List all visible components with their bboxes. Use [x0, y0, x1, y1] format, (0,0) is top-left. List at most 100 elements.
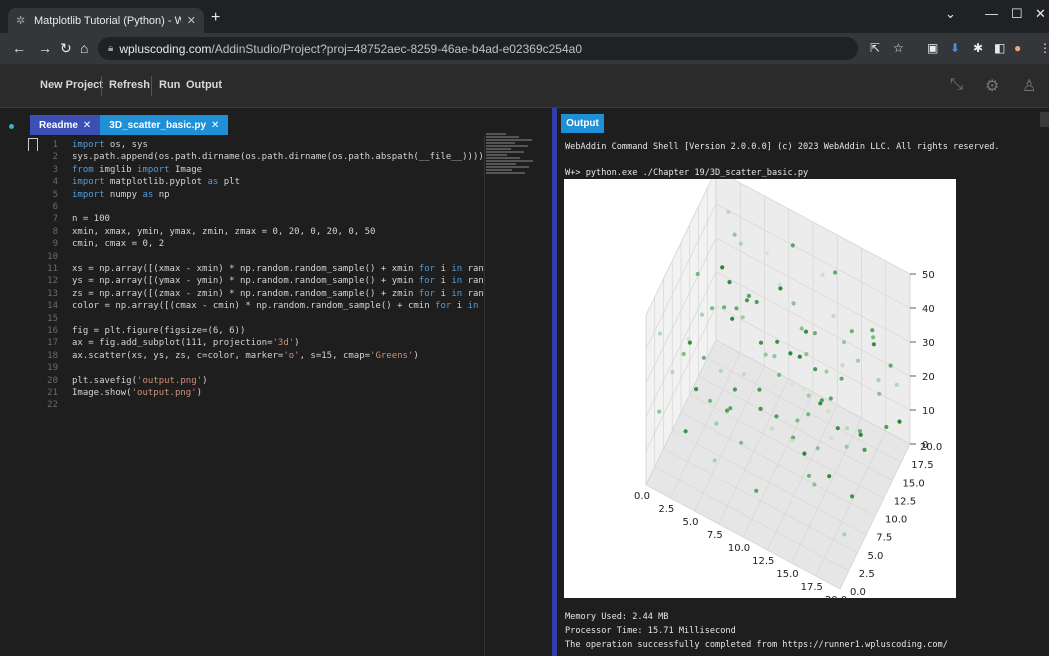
- completion-status: The operation successfully completed fro…: [565, 640, 948, 650]
- user-icon[interactable]: ♙: [1022, 76, 1036, 96]
- data-point: [739, 440, 744, 445]
- x-tick-label: 10.0: [728, 543, 750, 554]
- y-tick-label: 10.0: [885, 515, 907, 526]
- bookmark-star-icon[interactable]: ☆: [893, 41, 904, 55]
- sidepanel-icon[interactable]: ◧: [994, 41, 1005, 55]
- home-icon[interactable]: ⌂: [80, 40, 88, 56]
- app-toolbar: New Project Refresh Run Output ⤡ ⚙ ♙: [0, 64, 1049, 108]
- data-point: [657, 331, 663, 336]
- data-point: [765, 251, 770, 256]
- line-number: 15: [47, 313, 58, 324]
- data-point: [806, 473, 812, 478]
- code-text: from imglib import Image: [72, 164, 203, 175]
- data-point: [727, 280, 732, 285]
- data-point: [732, 387, 737, 392]
- data-point: [746, 293, 751, 298]
- code-text: zs = np.array([(zmax - zmin) * np.random…: [72, 288, 484, 299]
- data-point: [720, 265, 725, 270]
- data-point: [850, 494, 855, 499]
- data-point: [758, 340, 764, 345]
- data-point: [802, 451, 807, 456]
- code-text: xmin, xmax, ymin, ymax, zmin, zmax = 0, …: [72, 226, 376, 237]
- maximize-icon[interactable]: ☐: [1011, 6, 1023, 22]
- processor-time: Processor Time: 15.71 Millisecond: [565, 626, 736, 636]
- extension-icon[interactable]: ▣: [927, 41, 938, 55]
- url-field[interactable]: 🔒︎ wpluscoding.com/AddinStudio/Project?p…: [98, 37, 858, 60]
- line-number: 9: [52, 239, 58, 250]
- data-point: [888, 363, 893, 368]
- x-tick-label: 20.0: [825, 595, 847, 598]
- code-text: xs = np.array([(xmax - xmin) * np.random…: [72, 264, 484, 274]
- data-point: [754, 299, 759, 305]
- y-tick-label: 17.5: [911, 460, 933, 471]
- collapse-icon[interactable]: ⤡: [950, 76, 963, 94]
- code-text: n = 100: [72, 214, 110, 225]
- tab-output[interactable]: Output: [561, 114, 604, 133]
- close-icon[interactable]: ✕: [211, 120, 219, 131]
- forward-icon[interactable]: →: [38, 40, 52, 56]
- back-icon[interactable]: ←: [12, 40, 26, 56]
- reload-icon[interactable]: ↻: [60, 40, 72, 57]
- tab-3d-scatter-basic[interactable]: 3D_scatter_basic.py ✕: [100, 115, 229, 135]
- code-text: import numpy as np: [72, 189, 170, 200]
- data-point: [803, 329, 809, 334]
- line-number: 12: [47, 276, 58, 287]
- new-tab-icon[interactable]: +: [211, 9, 220, 27]
- data-point: [740, 315, 745, 320]
- data-point: [855, 358, 861, 363]
- data-point: [801, 386, 806, 391]
- menu-icon[interactable]: ⋮: [1039, 41, 1049, 55]
- data-point: [686, 336, 691, 341]
- data-point: [871, 335, 876, 340]
- data-point: [744, 298, 750, 303]
- x-tick-label: 7.5: [707, 530, 723, 541]
- data-point: [788, 351, 793, 356]
- minimize-icon[interactable]: —: [985, 6, 998, 21]
- url-host: wpluscoding.com: [119, 41, 212, 56]
- line-number: 11: [47, 264, 58, 274]
- data-point: [790, 438, 795, 443]
- data-point: [741, 372, 746, 377]
- data-point: [777, 282, 782, 287]
- tab-readme[interactable]: Readme ✕: [30, 115, 101, 135]
- z-tick-label: 40: [922, 304, 935, 315]
- line-number: 22: [47, 400, 58, 411]
- puzzle-icon[interactable]: ✱: [973, 41, 983, 55]
- output-button[interactable]: Output: [186, 79, 222, 91]
- close-icon[interactable]: ✕: [83, 120, 91, 131]
- data-point: [857, 429, 862, 434]
- data-point: [778, 286, 783, 291]
- chevron-down-icon[interactable]: ⌄: [945, 6, 956, 22]
- address-bar-row: ← → ↻ ⌂ 🔒︎ wpluscoding.com/AddinStudio/P…: [0, 33, 1049, 64]
- data-point: [820, 272, 825, 277]
- code-minimap[interactable]: [486, 133, 536, 179]
- download-icon[interactable]: ⬇: [950, 41, 960, 55]
- close-window-icon[interactable]: ✕: [1035, 6, 1046, 22]
- data-point: [824, 369, 829, 374]
- z-tick-label: 10: [922, 406, 935, 417]
- bookmark-icon: [28, 138, 38, 151]
- share-icon[interactable]: ⇱: [870, 41, 880, 55]
- line-number: 13: [47, 288, 58, 299]
- run-button[interactable]: Run: [159, 79, 180, 91]
- y-tick-label: 15.0: [903, 478, 925, 489]
- panel-scroll-handle[interactable]: [1040, 112, 1049, 127]
- data-point: [804, 352, 809, 357]
- code-editor[interactable]: 1 import os, sys 2 sys.path.append(os.path.…: [30, 135, 548, 656]
- line-number: 5: [52, 189, 58, 200]
- data-point: [813, 367, 818, 372]
- browser-tab[interactable]: ✲ Matplotlib Tutorial (Python) - W ✕: [8, 8, 204, 33]
- avatar[interactable]: ●: [1014, 41, 1021, 55]
- editor-tabs: Readme ✕ 3D_scatter_basic.py ✕: [30, 115, 229, 135]
- settings-icon[interactable]: ⚙: [985, 76, 999, 96]
- data-point: [758, 406, 763, 411]
- refresh-button[interactable]: Refresh: [109, 79, 150, 91]
- line-number: 10: [47, 251, 58, 262]
- close-tab-icon[interactable]: ✕: [187, 14, 196, 27]
- line-number: 18: [47, 350, 58, 361]
- data-point: [894, 382, 899, 387]
- data-point: [699, 312, 705, 317]
- data-point: [870, 328, 875, 333]
- z-tick-label: 50: [922, 270, 935, 281]
- new-project-button[interactable]: New Project: [40, 79, 103, 91]
